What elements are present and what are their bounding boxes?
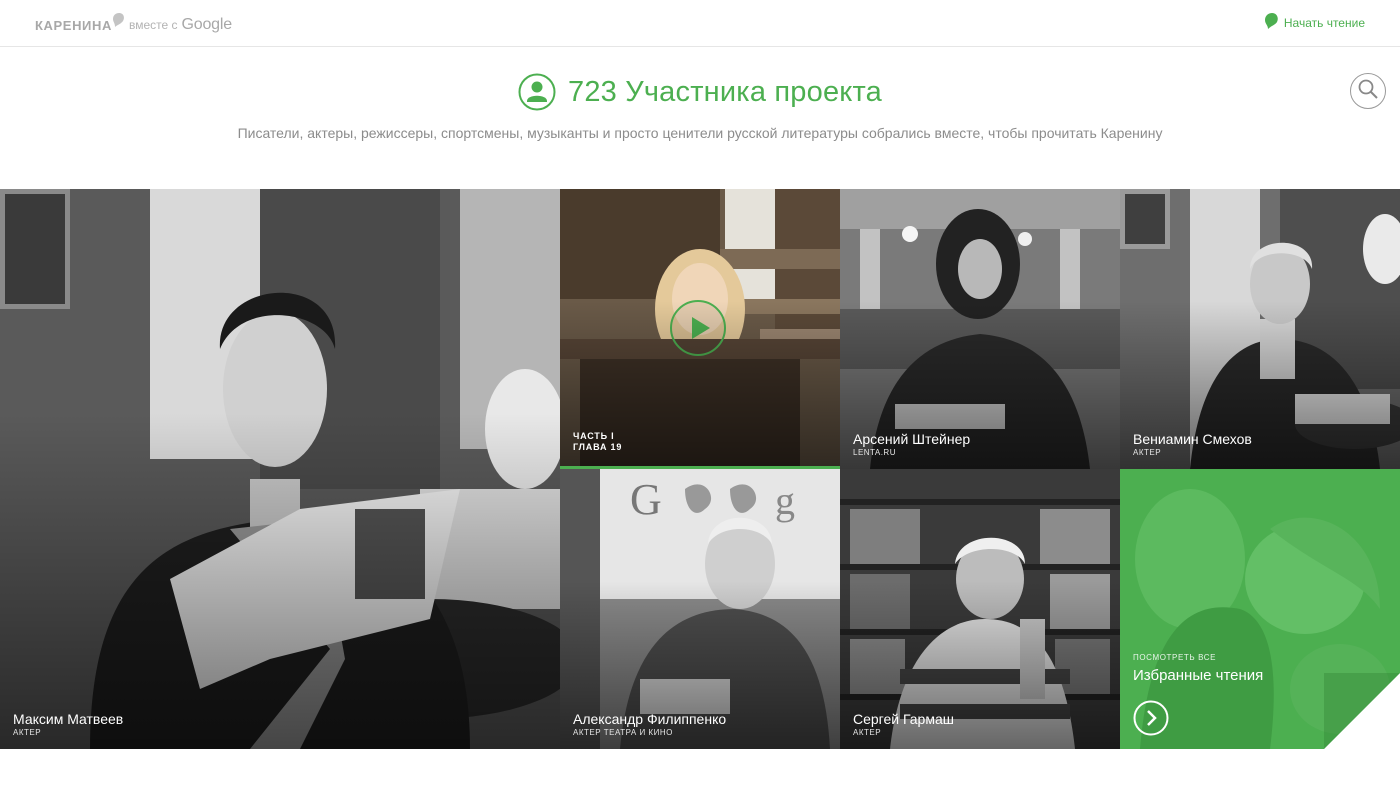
participant-role: АКТЕР: [13, 728, 42, 737]
tile-shade: [0, 413, 560, 749]
logo-with-text: вместе с: [128, 18, 178, 32]
logo-wordmark: КАРЕНИНА: [35, 17, 112, 33]
start-reading-link[interactable]: Начать чтение: [1264, 12, 1365, 34]
user-icon: [518, 73, 556, 111]
svg-text:g: g: [775, 478, 795, 523]
page-fold-corner: [1324, 673, 1400, 749]
page-subtitle: Писатели, актеры, режиссеры, спортсмены,…: [237, 125, 1163, 141]
video-tile[interactable]: ЧАСТЬ I ГЛАВА 19: [560, 189, 840, 469]
participant-tile[interactable]: Арсений Штейнер LENTA.RU: [840, 189, 1120, 469]
participant-name: Арсений Штейнер: [853, 431, 971, 447]
participant-tile[interactable]: Сергей Гармаш АКТЕР: [840, 469, 1120, 749]
participant-role: LENTA.RU: [853, 448, 896, 457]
participant-tile[interactable]: G g Александр Филиппенко АКТЕР ТЕАТРА И …: [560, 469, 840, 749]
chapter-part: ЧАСТЬ I: [573, 431, 615, 441]
participant-name: Александр Филиппенко: [573, 711, 727, 727]
favorites-title: Избранные чтения: [1133, 667, 1264, 684]
svg-text:G: G: [630, 475, 662, 524]
participant-name: Максим Матвеев: [13, 711, 124, 727]
chevron-right-icon[interactable]: [1133, 700, 1169, 736]
logo[interactable]: КАРЕНИНА вместе с Google: [35, 12, 233, 35]
participants-grid: Максим Матвеев АКТЕР ЧАСТЬ I ГЛАВА 19 Ар…: [0, 189, 1400, 749]
participant-role: АКТЕР: [853, 728, 882, 737]
participant-name: Вениамин Смехов: [1133, 431, 1252, 447]
chapter-label: ЧАСТЬ I ГЛАВА 19: [573, 431, 622, 453]
favorites-tile[interactable]: ПОСМОТРЕТЬ ВСЕ Избранные чтения: [1120, 469, 1400, 749]
leaf-icon: [1264, 12, 1279, 34]
view-all-label[interactable]: ПОСМОТРЕТЬ ВСЕ: [1133, 653, 1216, 662]
participant-name: Сергей Гармаш: [853, 711, 954, 727]
search-icon: [1357, 78, 1379, 105]
top-bar: КАРЕНИНА вместе с Google Начать чтение: [0, 0, 1400, 47]
leaf-icon: [112, 12, 125, 32]
start-reading-label: Начать чтение: [1283, 16, 1365, 30]
participant-role: АКТЕР ТЕАТРА И КИНО: [573, 728, 673, 737]
participant-role: АКТЕР: [1133, 448, 1162, 457]
page-title: 723 Участника проекта: [568, 75, 882, 108]
participant-tile[interactable]: Максим Матвеев АКТЕР: [0, 189, 560, 749]
chapter-number: ГЛАВА 19: [573, 442, 623, 452]
participant-tile[interactable]: Вениамин Смехов АКТЕР: [1120, 189, 1400, 469]
page-title-row: 723 Участника проекта: [0, 70, 1400, 114]
logo-google-text: Google: [181, 16, 233, 33]
search-button[interactable]: [1350, 73, 1386, 109]
